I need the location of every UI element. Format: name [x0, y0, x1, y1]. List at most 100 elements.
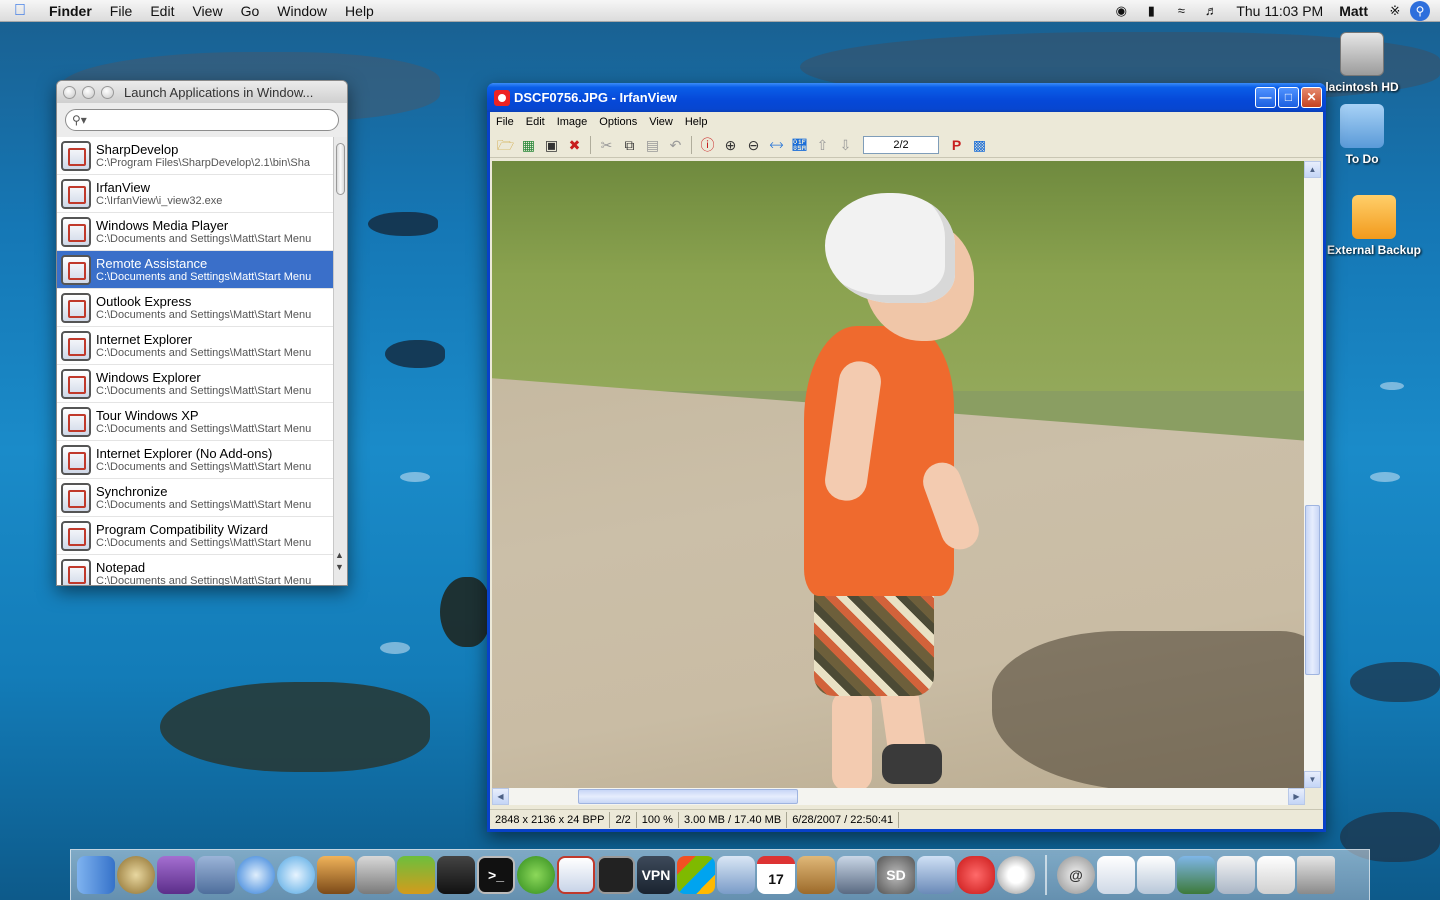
pineapple-icon[interactable]	[397, 856, 435, 894]
launch-list-scrollbar[interactable]: ▲ ▼	[333, 137, 347, 585]
network-icon[interactable]	[917, 856, 955, 894]
cut-icon[interactable]: ✂	[595, 134, 618, 156]
scroll-down-icon[interactable]: ▼	[1304, 771, 1321, 788]
minimize-window-icon[interactable]	[82, 85, 95, 99]
list-item-notepad[interactable]: Notepad C:\Documents and Settings\Matt\St…	[57, 555, 335, 585]
apple-menu-icon[interactable]: 	[0, 2, 40, 20]
battery-icon[interactable]: ▮	[1136, 3, 1166, 19]
zoom-window-icon[interactable]	[101, 85, 114, 99]
preview-icon[interactable]	[717, 856, 755, 894]
zoom-in-icon[interactable]: ⊕	[719, 134, 742, 156]
minimized-window-icon[interactable]	[1257, 856, 1295, 894]
photo-app-icon[interactable]	[157, 856, 195, 894]
undo-icon[interactable]: ↶	[664, 134, 687, 156]
safari-icon[interactable]	[237, 856, 275, 894]
desktop-icon-to-do[interactable]: To Do	[1312, 104, 1412, 166]
spotlight-icon[interactable]: ⚲	[1410, 0, 1430, 21]
minimize-icon[interactable]: —	[1255, 87, 1276, 108]
scrollbar-thumb[interactable]	[1305, 505, 1320, 675]
wifi-icon[interactable]: ≈	[1166, 3, 1196, 18]
list-item-internet-explorer-no-addons[interactable]: Internet Explorer (No Add-ons) C:\Documen…	[57, 441, 335, 479]
desktop-icon-macintosh-hd[interactable]: lacintosh HD	[1312, 32, 1412, 94]
vpn-icon[interactable]: VPN	[637, 856, 675, 894]
scroll-up-icon[interactable]: ▲	[1304, 161, 1321, 178]
help-lifebuoy-icon[interactable]	[997, 856, 1035, 894]
info-icon[interactable]: ⓘ	[696, 134, 719, 156]
close-window-icon[interactable]	[63, 85, 76, 99]
iphoto-icon[interactable]	[317, 856, 355, 894]
menu-image[interactable]: Image	[551, 116, 594, 128]
list-item-internet-explorer[interactable]: Internet Explorer C:\Documents and Settin…	[57, 327, 335, 365]
list-item-outlook-express[interactable]: Outlook Express C:\Documents and Settings…	[57, 289, 335, 327]
terminal-icon[interactable]: >_	[477, 856, 515, 894]
list-item-irfanview[interactable]: IrfanView C:\IrfanView\i_view32.exe	[57, 175, 335, 213]
system-utility-icon[interactable]	[117, 856, 155, 894]
clapperboard-icon[interactable]	[437, 856, 475, 894]
remote-desktop-icon[interactable]	[557, 856, 595, 894]
irfanview-icon[interactable]	[957, 856, 995, 894]
scroll-left-icon[interactable]: ◀	[492, 788, 509, 805]
previous-arrow-icon[interactable]: 🡘	[765, 134, 788, 156]
activity-monitor-icon[interactable]	[597, 856, 635, 894]
mail-stamp-icon[interactable]	[197, 856, 235, 894]
menu-help[interactable]: Help	[679, 116, 714, 128]
last-page-icon[interactable]: ⇩	[834, 134, 857, 156]
menu-edit[interactable]: Edit	[141, 3, 183, 19]
trash-icon[interactable]	[1297, 856, 1335, 894]
menu-file[interactable]: File	[101, 3, 142, 19]
menu-window[interactable]: Window	[268, 3, 336, 19]
next-arrow-icon[interactable]: 🡚	[788, 134, 811, 156]
delete-icon[interactable]: ✖	[563, 134, 586, 156]
first-page-icon[interactable]: ⇧	[811, 134, 834, 156]
minimized-window-icon[interactable]	[1217, 856, 1255, 894]
ical-icon[interactable]: 17	[757, 856, 795, 894]
menubar-clock[interactable]: Thu 11:03 PM	[1226, 3, 1333, 19]
scrollbar-thumb[interactable]	[336, 143, 345, 195]
volume-icon[interactable]: ♬	[1196, 3, 1226, 18]
list-item-program-compatibility-wizard[interactable]: Program Compatibility Wizard C:\Documents…	[57, 517, 335, 555]
launch-search-input[interactable]: ⚲▾	[65, 109, 339, 131]
scroll-arrows-icon[interactable]: ▲ ▼	[335, 549, 344, 573]
sd-card-icon[interactable]: SD	[877, 856, 915, 894]
list-item-windows-media-player[interactable]: Windows Media Player C:\Documents and Set…	[57, 213, 335, 251]
menu-app-finder[interactable]: Finder	[40, 3, 101, 19]
desktop-icon-external-backup[interactable]: External Backup	[1324, 195, 1424, 257]
address-book-icon[interactable]	[797, 856, 835, 894]
finder-icon[interactable]	[77, 856, 115, 894]
horizontal-scrollbar[interactable]: ◀ ▶	[492, 788, 1305, 805]
document-stack-icon[interactable]	[1097, 856, 1135, 894]
image-viewport[interactable]	[492, 161, 1305, 788]
irfanview-logo-icon[interactable]: ▩	[968, 134, 991, 156]
menu-go[interactable]: Go	[232, 3, 269, 19]
imovie-icon[interactable]	[357, 856, 395, 894]
maximize-icon[interactable]: □	[1278, 87, 1299, 108]
slideshow-icon[interactable]: ▦	[517, 134, 540, 156]
list-item-sharpdevelop[interactable]: SharpDevelop C:\Program Files\SharpDevelo…	[57, 137, 335, 175]
save-icon[interactable]: ▣	[540, 134, 563, 156]
paint-icon[interactable]: P	[945, 134, 968, 156]
menu-help[interactable]: Help	[336, 3, 383, 19]
list-item-tour-windows-xp[interactable]: Tour Windows XP C:\Documents and Settings…	[57, 403, 335, 441]
minimized-window-icon[interactable]	[1137, 856, 1175, 894]
paste-icon[interactable]: ▤	[641, 134, 664, 156]
image-capture-icon[interactable]	[837, 856, 875, 894]
page-number-field[interactable]: 2/2	[863, 135, 939, 154]
zoom-out-icon[interactable]: ⊖	[742, 134, 765, 156]
menubar-user[interactable]: Matt	[1333, 3, 1380, 19]
scrollbar-thumb[interactable]	[578, 789, 798, 804]
menu-view[interactable]: View	[643, 116, 679, 128]
windows-xp-icon[interactable]	[677, 856, 715, 894]
bluetooth-icon[interactable]: ※	[1380, 3, 1410, 19]
itunes-icon[interactable]	[277, 856, 315, 894]
list-item-remote-assistance[interactable]: Remote Assistance C:\Documents and Settin…	[57, 251, 335, 289]
close-icon[interactable]: ✕	[1301, 87, 1322, 108]
menu-view[interactable]: View	[183, 3, 231, 19]
menu-edit[interactable]: Edit	[520, 116, 551, 128]
copy-icon[interactable]: ⧉	[618, 134, 641, 156]
mail-at-icon[interactable]: @	[1057, 856, 1095, 894]
adium-duck-icon[interactable]	[517, 856, 555, 894]
open-folder-icon[interactable]: 🗁	[494, 134, 517, 156]
vertical-scrollbar[interactable]: ▲ ▼	[1304, 161, 1321, 788]
menu-file[interactable]: File	[490, 116, 520, 128]
scroll-right-icon[interactable]: ▶	[1288, 788, 1305, 805]
